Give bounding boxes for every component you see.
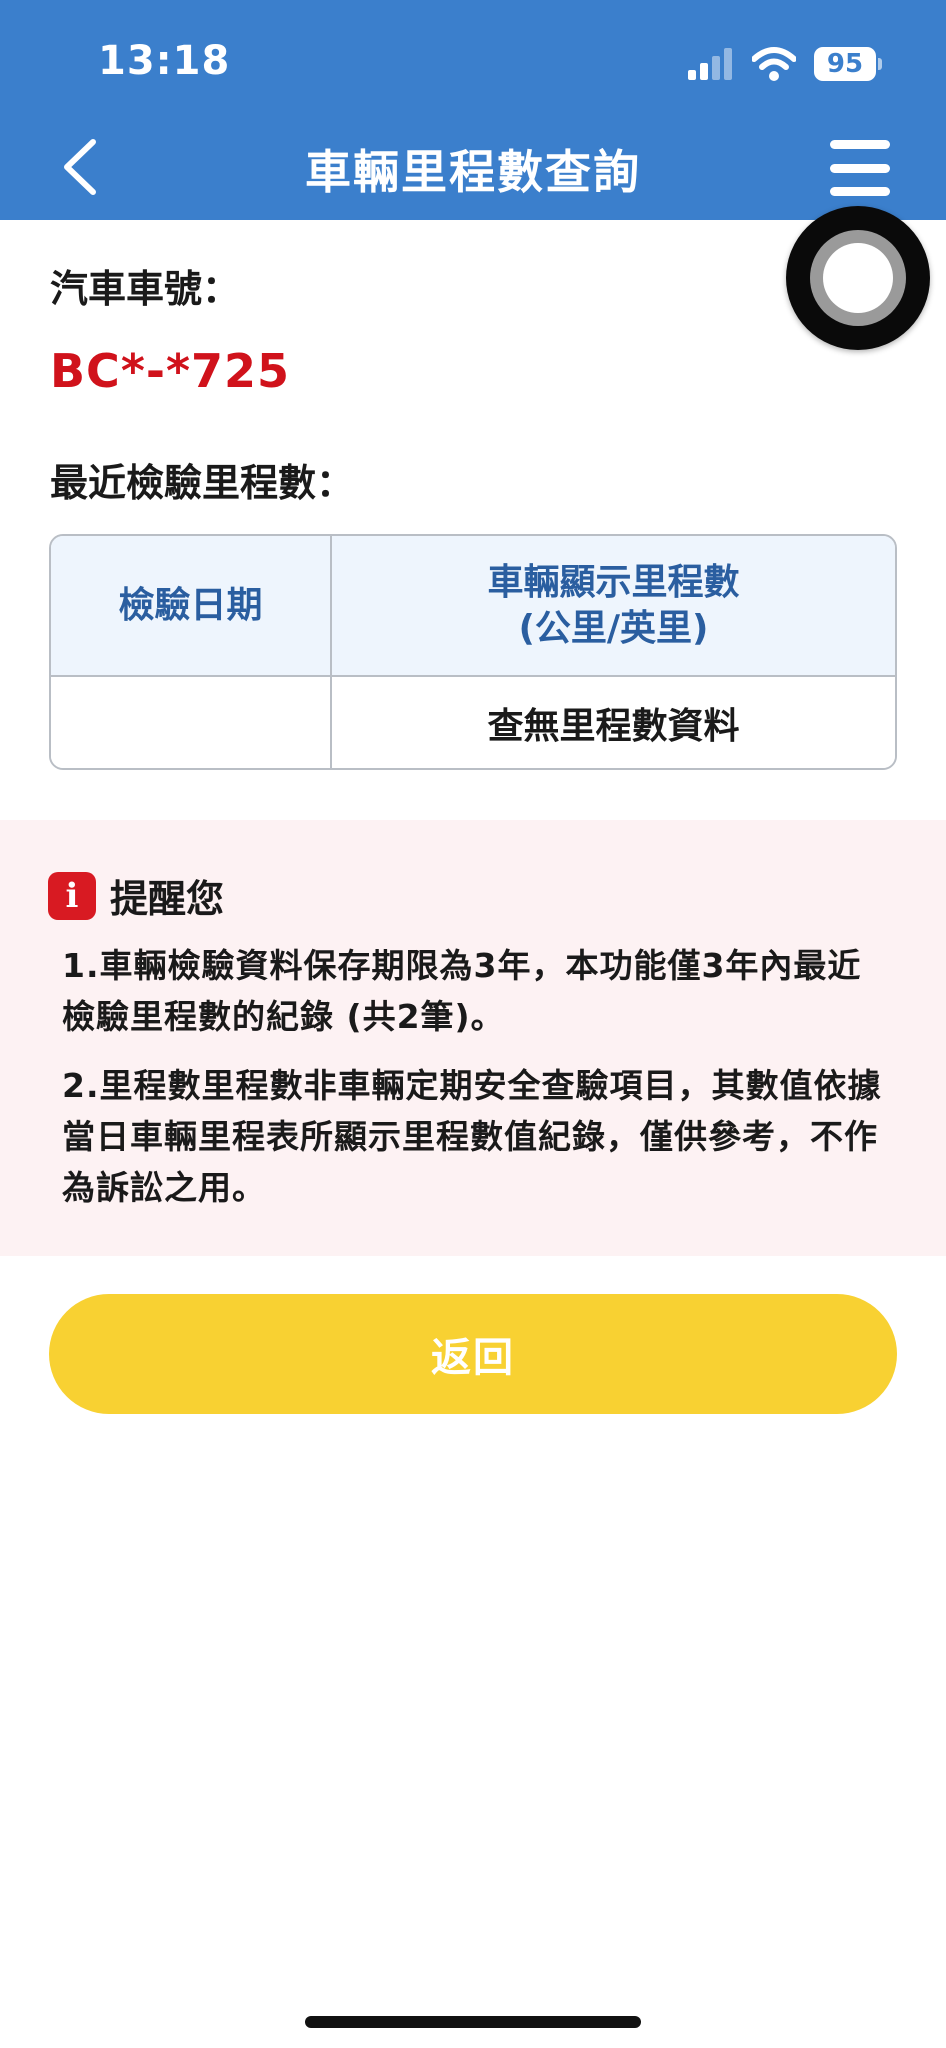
status-icons: 95 bbox=[688, 44, 882, 84]
status-time: 13:18 bbox=[98, 38, 231, 84]
battery-icon: 95 bbox=[814, 47, 882, 81]
reminder-item-1: 1.車輛檢驗資料保存期限為3年，本功能僅3年內最近檢驗里程數的紀錄 (共2筆)。 bbox=[62, 946, 862, 1036]
header-displayed-mileage-line2: (公里/英里) bbox=[518, 607, 709, 649]
cell-inspection-date bbox=[51, 677, 332, 768]
hamburger-menu-icon bbox=[830, 140, 890, 149]
assistive-touch-button[interactable] bbox=[786, 206, 930, 350]
home-indicator bbox=[305, 2016, 641, 2028]
reminder-header: i 提醒您 bbox=[48, 868, 224, 923]
info-icon: i bbox=[48, 871, 96, 920]
plate-number: BC*-*725 bbox=[50, 344, 291, 398]
mileage-table: 檢驗日期 車輛顯示里程數 (公里/英里) 查無里程數資料 bbox=[49, 534, 897, 770]
reminder-panel: i 提醒您 1.車輛檢驗資料保存期限為3年，本功能僅3年內最近檢驗里程數的紀錄 … bbox=[0, 820, 946, 1256]
cell-no-data: 查無里程數資料 bbox=[487, 705, 740, 747]
app-header: 13:18 95 車輛里程數查詢 bbox=[0, 0, 946, 220]
reminder-item-2: 2.里程數里程數非車輛定期安全查驗項目，其數值依據當日車輛里程表所顯示里程數值紀… bbox=[62, 1066, 882, 1207]
wifi-icon bbox=[752, 47, 796, 81]
header-displayed-mileage-line1: 車輛顯示里程數 bbox=[487, 561, 740, 603]
table-row: 查無里程數資料 bbox=[51, 677, 895, 768]
return-button[interactable]: 返回 bbox=[49, 1294, 897, 1414]
menu-button[interactable] bbox=[830, 140, 890, 196]
cellular-signal-icon bbox=[688, 48, 732, 80]
battery-level: 95 bbox=[814, 47, 876, 81]
plate-label: 汽車車號： bbox=[50, 267, 241, 311]
mileage-section-label: 最近檢驗里程數： bbox=[50, 461, 355, 505]
assistive-touch-icon bbox=[810, 230, 906, 326]
table-header-row: 檢驗日期 車輛顯示里程數 (公里/英里) bbox=[51, 536, 895, 677]
header-inspection-date: 檢驗日期 bbox=[51, 536, 332, 675]
reminder-title: 提醒您 bbox=[110, 877, 225, 921]
page-title: 車輛里程數查詢 bbox=[305, 145, 641, 199]
header-displayed-mileage: 車輛顯示里程數 (公里/英里) bbox=[332, 536, 895, 675]
